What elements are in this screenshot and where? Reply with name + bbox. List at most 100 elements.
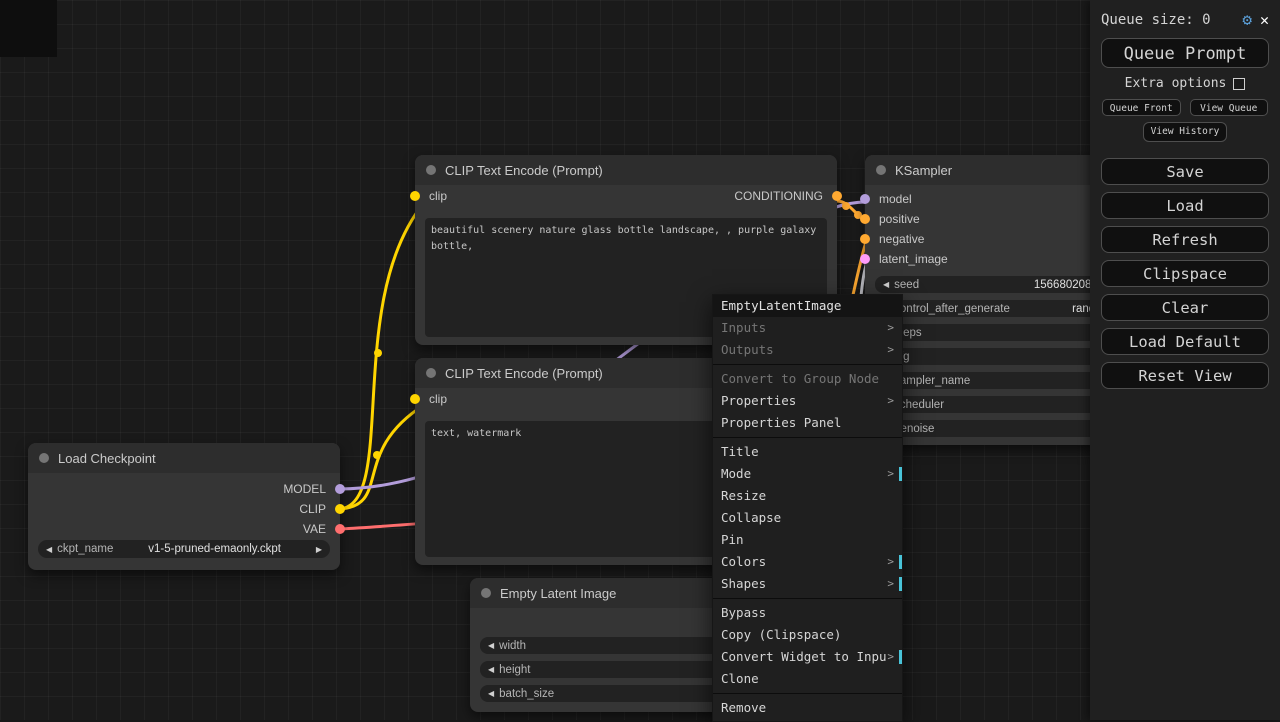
conditioning-output-slot[interactable] bbox=[832, 191, 842, 201]
context-menu-header: EmptyLatentImage bbox=[713, 295, 902, 317]
clip-input-slot[interactable] bbox=[410, 191, 420, 201]
extra-options-label: Extra options bbox=[1124, 76, 1227, 91]
queue-size-label: Queue size: 0 bbox=[1101, 11, 1211, 28]
comfy-menu-panel: Queue size: 0 ⚙ ✕ Queue Prompt Extra opt… bbox=[1090, 0, 1280, 720]
submenu-arrow-icon: > bbox=[887, 343, 894, 356]
menu-item-label: Colors bbox=[721, 554, 767, 569]
context-menu-item-mode[interactable]: Mode > bbox=[713, 463, 902, 485]
left-arrow-icon[interactable]: ◀ bbox=[488, 689, 494, 698]
widget-label: sampler_name bbox=[894, 374, 971, 387]
node-title-bar[interactable]: Load Checkpoint bbox=[28, 443, 340, 473]
menu-separator bbox=[713, 437, 902, 438]
model-input-slot[interactable] bbox=[860, 194, 870, 204]
link-dot[interactable] bbox=[842, 202, 850, 210]
clip-output-slot[interactable] bbox=[335, 504, 345, 514]
menu-item-label: Mode bbox=[721, 466, 752, 481]
widget-label: control_after_generate bbox=[894, 302, 1010, 315]
slot-row: VAE bbox=[28, 519, 345, 539]
view-history-button[interactable]: View History bbox=[1143, 122, 1227, 143]
positive-input-slot[interactable] bbox=[860, 214, 870, 224]
slot-row: clip CONDITIONING bbox=[410, 185, 842, 207]
clipspace-button[interactable]: Clipspace bbox=[1101, 260, 1269, 288]
output-slot-label: CONDITIONING bbox=[734, 189, 823, 203]
context-menu-item-remove[interactable]: Remove bbox=[713, 697, 902, 719]
context-menu-item-properties[interactable]: Properties > bbox=[713, 390, 902, 412]
context-menu-item-clone[interactable]: Clone bbox=[713, 668, 902, 690]
wire-clip-to-negative-encode bbox=[338, 403, 426, 511]
menu-item-label: Convert to Group Node bbox=[721, 371, 880, 386]
node-context-menu: EmptyLatentImage Inputs > Outputs > Convert … bbox=[712, 294, 903, 722]
context-menu-item-resize[interactable]: Resize bbox=[713, 485, 902, 507]
left-arrow-icon[interactable]: ◀ bbox=[488, 665, 494, 674]
node-title-bar[interactable]: CLIP Text Encode (Prompt) bbox=[415, 155, 837, 185]
load-default-button[interactable]: Load Default bbox=[1101, 328, 1269, 356]
collapse-dot-icon[interactable] bbox=[39, 453, 49, 463]
context-menu-item-colors[interactable]: Colors > bbox=[713, 551, 902, 573]
node-title: Empty Latent Image bbox=[500, 585, 617, 601]
widget-label: width bbox=[499, 639, 527, 652]
refresh-button[interactable]: Refresh bbox=[1101, 226, 1269, 254]
view-queue-button[interactable]: View Queue bbox=[1189, 99, 1268, 116]
widget-label: height bbox=[499, 663, 531, 676]
left-arrow-icon[interactable]: ◀ bbox=[883, 280, 889, 289]
link-dot[interactable] bbox=[373, 451, 381, 459]
node-title: CLIP Text Encode (Prompt) bbox=[445, 365, 603, 381]
node-title: Load Checkpoint bbox=[58, 450, 156, 466]
collapse-dot-icon[interactable] bbox=[876, 165, 886, 175]
collapse-dot-icon[interactable] bbox=[426, 165, 436, 175]
context-menu-item-properties-panel[interactable]: Properties Panel bbox=[713, 412, 902, 434]
slot-row: CLIP bbox=[28, 499, 345, 519]
latent-image-input-slot[interactable] bbox=[860, 254, 870, 264]
context-menu-item-outputs: Outputs > bbox=[713, 339, 902, 361]
widget-label: batch_size bbox=[499, 687, 555, 700]
menu-separator bbox=[713, 598, 902, 599]
vae-output-slot[interactable] bbox=[335, 524, 345, 534]
node-graph-canvas[interactable]: CLIP Text Encode (Prompt) clip CONDITION… bbox=[0, 0, 1280, 722]
output-slot-label: CLIP bbox=[299, 502, 326, 516]
menu-separator bbox=[713, 364, 902, 365]
context-menu-item-shapes[interactable]: Shapes > bbox=[713, 573, 902, 595]
reset-view-button[interactable]: Reset View bbox=[1101, 362, 1269, 390]
input-slot-label: negative bbox=[879, 232, 925, 246]
input-slot-label: model bbox=[879, 192, 912, 206]
load-button[interactable]: Load bbox=[1101, 192, 1269, 220]
context-menu-item-bypass[interactable]: Bypass bbox=[713, 602, 902, 624]
widget-label: seed bbox=[894, 278, 920, 291]
context-menu-item-pin[interactable]: Pin bbox=[713, 529, 902, 551]
menu-item-label: Outputs bbox=[721, 342, 774, 357]
menu-separator bbox=[713, 693, 902, 694]
clip-input-slot[interactable] bbox=[410, 394, 420, 404]
ckpt-name-combo-widget[interactable]: ◀ ckpt_name v1-5-pruned-emaonly.ckpt ▶ bbox=[38, 540, 330, 558]
right-arrow-icon[interactable]: ▶ bbox=[316, 545, 322, 554]
submenu-arrow-icon: > bbox=[887, 321, 894, 334]
close-panel-icon[interactable]: ✕ bbox=[1260, 11, 1269, 29]
clear-button[interactable]: Clear bbox=[1101, 294, 1269, 322]
node-title: CLIP Text Encode (Prompt) bbox=[445, 162, 603, 178]
extra-options-checkbox[interactable] bbox=[1233, 77, 1246, 90]
negative-input-slot[interactable] bbox=[860, 234, 870, 244]
menu-item-label: Properties Panel bbox=[721, 415, 842, 430]
save-button[interactable]: Save bbox=[1101, 158, 1269, 186]
input-slot-label: latent_image bbox=[879, 252, 948, 266]
collapse-dot-icon[interactable] bbox=[481, 588, 491, 598]
left-arrow-icon[interactable]: ◀ bbox=[46, 545, 52, 554]
menu-item-label: Title bbox=[721, 444, 759, 459]
link-dot[interactable] bbox=[374, 349, 382, 357]
queue-front-button[interactable]: Queue Front bbox=[1102, 99, 1181, 116]
queue-prompt-button[interactable]: Queue Prompt bbox=[1101, 38, 1269, 68]
context-menu-item-collapse[interactable]: Collapse bbox=[713, 507, 902, 529]
node-title: KSampler bbox=[895, 162, 953, 178]
collapse-dot-icon[interactable] bbox=[426, 368, 436, 378]
left-arrow-icon[interactable]: ◀ bbox=[488, 641, 494, 650]
menu-item-label: Shapes bbox=[721, 576, 767, 591]
menu-item-label: Bypass bbox=[721, 605, 767, 620]
node-load-checkpoint[interactable]: Load Checkpoint MODEL CLIP VAE ◀ ckpt_name… bbox=[28, 443, 345, 570]
settings-gear-icon[interactable]: ⚙ bbox=[1242, 10, 1252, 29]
widget-label: ckpt_name bbox=[57, 543, 114, 555]
context-menu-item-convert-widget-to-input[interactable]: Convert Widget to Input > bbox=[713, 646, 902, 668]
submenu-arrow-icon: > bbox=[887, 467, 894, 480]
context-menu-item-title[interactable]: Title bbox=[713, 441, 902, 463]
model-output-slot[interactable] bbox=[335, 484, 345, 494]
context-menu-item-inputs: Inputs > bbox=[713, 317, 902, 339]
context-menu-item-copy-clipspace[interactable]: Copy (Clipspace) bbox=[713, 624, 902, 646]
